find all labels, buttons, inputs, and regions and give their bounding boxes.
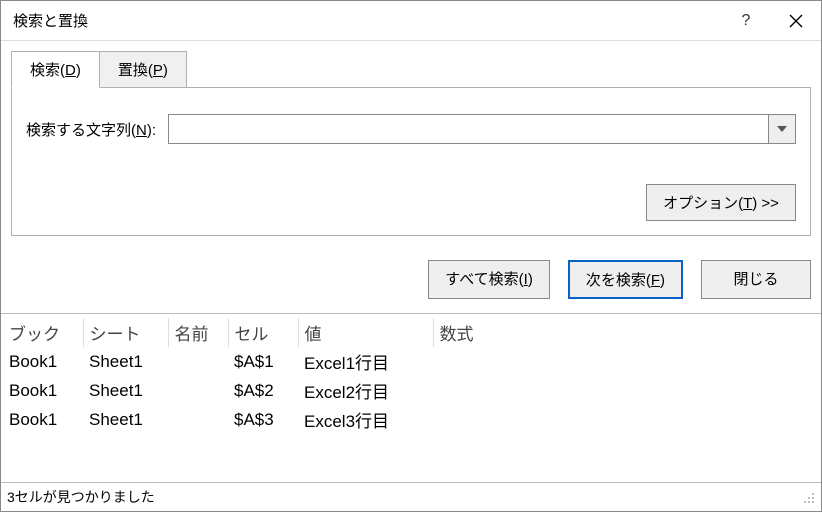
window-title: 検索と置換 (13, 10, 721, 31)
dialog-find-replace: 検索と置換 ? 検索(D) 置換(P) 検索する文字列(N): (0, 0, 822, 512)
dialog-body: 検索(D) 置換(P) 検索する文字列(N): オプショ (1, 41, 821, 248)
col-header-book[interactable]: ブック (3, 318, 83, 347)
table-row[interactable]: Book1 Sheet1 $A$1 Excel1行目 (3, 347, 553, 376)
find-input[interactable] (168, 114, 768, 144)
close-icon[interactable] (771, 1, 821, 41)
titlebar: 検索と置換 ? (1, 1, 821, 41)
find-all-button[interactable]: すべて検索(I) (428, 260, 550, 299)
chevron-down-icon[interactable] (768, 114, 796, 144)
col-header-sheet[interactable]: シート (83, 318, 168, 347)
tab-replace[interactable]: 置換(P) (100, 51, 187, 88)
results-header-row: ブック シート 名前 セル 値 数式 (3, 318, 553, 347)
status-bar: 3セルが見つかりました (1, 482, 821, 511)
options-button[interactable]: オプション(T) >> (646, 184, 796, 221)
table-row[interactable]: Book1 Sheet1 $A$2 Excel2行目 (3, 376, 553, 405)
find-combobox[interactable] (168, 114, 796, 144)
button-bar: すべて検索(I) 次を検索(F) 閉じる (1, 248, 821, 313)
tab-row: 検索(D) 置換(P) (11, 51, 811, 88)
find-next-button[interactable]: 次を検索(F) (568, 260, 683, 299)
help-button[interactable]: ? (721, 1, 771, 41)
col-header-value[interactable]: 値 (298, 318, 433, 347)
table-row[interactable]: Book1 Sheet1 $A$3 Excel3行目 (3, 405, 553, 434)
tab-find[interactable]: 検索(D) (11, 51, 100, 88)
close-button[interactable]: 閉じる (701, 260, 811, 299)
resize-grip-icon[interactable] (801, 490, 815, 504)
results-pane[interactable]: ブック シート 名前 セル 値 数式 Book1 Sheet1 $A$1 Exc… (1, 314, 821, 482)
col-header-cell[interactable]: セル (228, 318, 298, 347)
status-text: 3セルが見つかりました (7, 487, 155, 507)
results-table: ブック シート 名前 セル 値 数式 Book1 Sheet1 $A$1 Exc… (3, 318, 553, 434)
find-panel: 検索する文字列(N): オプション(T) >> (11, 87, 811, 236)
col-header-formula[interactable]: 数式 (433, 318, 553, 347)
find-label: 検索する文字列(N): (26, 119, 156, 140)
col-header-name[interactable]: 名前 (168, 318, 228, 347)
